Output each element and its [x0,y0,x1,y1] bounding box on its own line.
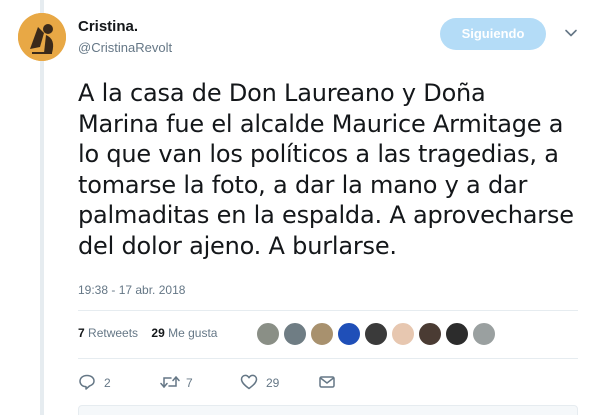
retweet-icon [160,376,180,388]
likes-count: 29 [151,326,165,340]
reply-icon [79,374,95,390]
direct-message-button[interactable] [318,372,340,392]
likes-label: Me gusta [168,326,218,340]
liker-avatar[interactable] [283,322,307,346]
tweet-actions: 2 7 29 [78,372,378,392]
author-name[interactable]: Cristina. [78,18,138,35]
likes-stat[interactable]: 29 Me gusta [151,326,217,340]
following-button[interactable]: Siguiendo [440,18,546,50]
chevron-down-icon[interactable] [564,26,578,40]
tweet-line: A la casa de Don Laureano y Doña [78,79,486,107]
reply-input-box[interactable] [78,405,578,415]
reply-button[interactable]: 2 [78,372,118,392]
divider [78,310,578,311]
liker-avatar[interactable] [391,322,415,346]
tweet-line: del dolor ajeno. A burlarse. [78,231,397,260]
like-button[interactable]: 29 [240,372,284,392]
liker-avatar[interactable] [337,322,361,346]
tweet-line: Marina fue el alcalde Maurice Armitage a [78,109,564,138]
author-handle[interactable]: @CristinaRevolt [78,40,172,55]
liker-avatar[interactable] [310,322,334,346]
avatar[interactable] [18,13,66,61]
avatar-illustration [18,13,66,61]
tweet-line: lo que van los políticos a las tragedias… [78,140,559,168]
tweet-header: Cristina. @CristinaRevolt Siguiendo [18,12,598,62]
liker-avatar[interactable] [418,322,442,346]
reply-count: 2 [104,376,111,390]
liker-avatar[interactable] [256,322,280,346]
tweet-line: tomarse la foto, a dar la mano y a dar [78,170,528,199]
retweet-button[interactable]: 7 [160,372,200,392]
retweet-count: 7 [186,376,193,390]
retweets-count: 7 [78,326,85,340]
divider [78,358,578,359]
retweets-stat[interactable]: 7 Retweets [78,326,138,340]
liker-avatar[interactable] [445,322,469,346]
tweet-stats: 7 Retweets 29 Me gusta [78,326,227,340]
liker-avatar[interactable] [364,322,388,346]
thread-rule [40,0,44,415]
liker-avatars [256,322,499,348]
tweet-timestamp[interactable]: 19:38 - 17 abr. 2018 [78,283,185,297]
like-count: 29 [266,376,280,390]
tweet-line: palmaditas en la espalda. A aprovecharse [78,201,574,229]
envelope-icon [319,376,335,388]
heart-icon [240,374,258,390]
tweet-text: A la casa de Don Laureano y Doña Marina … [78,78,598,261]
liker-avatar[interactable] [472,322,496,346]
retweets-label: Retweets [88,326,139,340]
